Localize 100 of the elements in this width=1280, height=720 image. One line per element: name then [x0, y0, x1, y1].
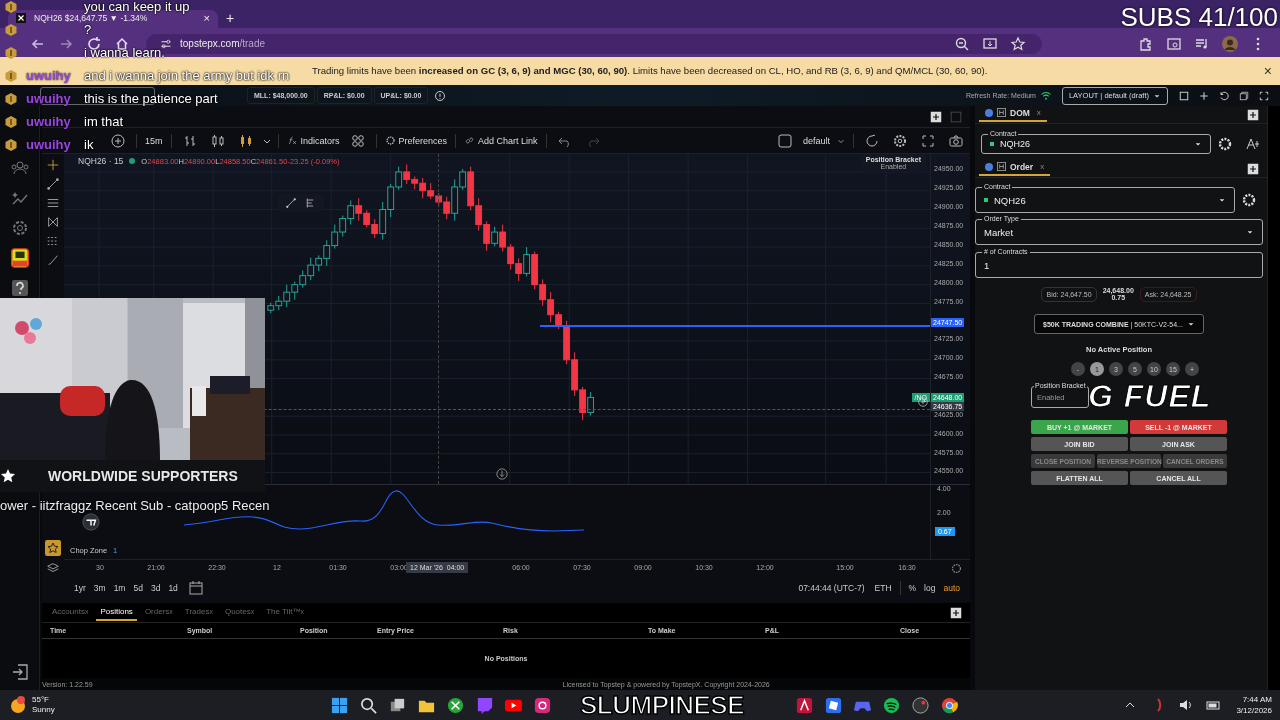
indicators-button[interactable]: Indicators: [282, 135, 344, 147]
notice-text: Trading limits have been increased on GC (3, 6, 9) and MGC (30, 60, 90). Limits have been decreased on CL, HO, and RB (3, 6, 9) and QM/MCL (30, 60, 90).: [312, 65, 988, 77]
settings-icon[interactable]: [892, 132, 908, 149]
info-icon[interactable]: [434, 89, 447, 102]
chat-username: uwuihy: [26, 114, 72, 129]
supporters-title: WORLDWIDE SUPPORTERS: [48, 468, 238, 484]
brush-icon[interactable]: [46, 253, 60, 268]
preferences-button[interactable]: Preferences: [380, 135, 452, 147]
settings-icon: [384, 135, 396, 147]
url-text: topstepx.com/trade: [180, 38, 266, 50]
weather-icon[interactable]: [8, 695, 28, 716]
panel-tab[interactable]: Order x: [979, 161, 1051, 176]
scale-button[interactable]: %: [904, 583, 921, 594]
undo-icon[interactable]: [1218, 89, 1230, 102]
chat-message: im that: [84, 114, 123, 129]
chat-bubble-icon[interactable]: [475, 695, 494, 715]
scale-button[interactable]: auto: [939, 583, 964, 594]
star-icon: [0, 468, 16, 484]
install-icon[interactable]: [982, 35, 998, 52]
profile-avatar-icon[interactable]: [1222, 35, 1238, 52]
add-symbol-icon[interactable]: [110, 132, 126, 149]
candles-icon[interactable]: [209, 132, 226, 149]
chat-badge-icon: [4, 114, 18, 129]
live-tv-icon[interactable]: [9, 248, 30, 269]
help-icon[interactable]: [9, 278, 30, 299]
panel-icon: [997, 162, 1006, 172]
music-icon[interactable]: [882, 695, 901, 715]
range-button[interactable]: 1m: [109, 583, 130, 594]
range-button[interactable]: 3m: [89, 583, 110, 594]
sponsor-logo-text: G FUEL: [1088, 380, 1212, 412]
trend-line-icon[interactable]: [46, 177, 60, 192]
chat-badge-icon: [4, 68, 18, 83]
app-icon[interactable]: [824, 695, 843, 715]
chat-username: uwuihy: [26, 68, 72, 83]
extensions-icon[interactable]: [1138, 35, 1154, 52]
checkbox-icon[interactable]: [776, 132, 793, 149]
market-open-dot: [129, 158, 136, 165]
x-logo-icon: [16, 12, 26, 23]
settings-icon[interactable]: [1217, 136, 1233, 153]
range-button[interactable]: 1yr: [70, 583, 90, 594]
panel-tab[interactable]: DOM x: [979, 107, 1047, 122]
signal-icon: [1039, 89, 1052, 102]
scale-button[interactable]: log: [920, 583, 940, 594]
add-icon[interactable]: [1198, 89, 1210, 102]
temperature-text: 55°F: [32, 695, 50, 706]
search-icon[interactable]: [359, 695, 378, 715]
session-button[interactable]: ETH: [870, 583, 896, 594]
start-icon[interactable]: [330, 695, 349, 715]
chat-badge-icon: [4, 137, 18, 152]
dot-icon: [985, 108, 993, 117]
chat-message: and i wanna join the army but idk rn: [84, 68, 290, 83]
chat-badge-icon: [4, 91, 18, 106]
settings-icon[interactable]: [1241, 192, 1257, 209]
chat-message: ik: [84, 137, 94, 152]
add-panel-icon[interactable]: [950, 606, 962, 619]
arrow-down-icon[interactable]: [496, 468, 508, 481]
taskbar-time: 7:44 AM: [1242, 694, 1272, 706]
grid-icon[interactable]: [349, 132, 366, 149]
bookmark-star-icon[interactable]: [1010, 35, 1026, 52]
range-button[interactable]: 1d: [164, 583, 182, 594]
camera-icon[interactable]: [948, 132, 964, 149]
chat-username: uwuihy: [26, 137, 72, 152]
chat-badge-icon: [4, 0, 18, 14]
panel-tab[interactable]: Positions: [96, 604, 137, 622]
chat-badge-icon: [4, 22, 18, 37]
chart-logo-icon: [82, 513, 100, 531]
trend-line-icon[interactable]: [285, 197, 297, 210]
close-button[interactable]: ×: [1263, 62, 1272, 79]
replay-icon[interactable]: [864, 132, 880, 149]
range-button[interactable]: 5d: [129, 583, 147, 594]
calendar-icon[interactable]: [187, 580, 204, 597]
clock-text: 07:44:44 (UTC-7): [798, 583, 865, 594]
chart-symbol: NQH26 · 15: [78, 156, 124, 167]
interval-button[interactable]: 15m: [141, 135, 167, 146]
favorite-star-icon[interactable]: [45, 540, 61, 557]
tab-search-icon[interactable]: [1166, 35, 1182, 52]
save-icon[interactable]: [1178, 89, 1190, 102]
panel-icon: [997, 108, 1006, 118]
add-chart-link-button[interactable]: Add Chart Link: [460, 135, 542, 147]
close-tab-button[interactable]: ×: [203, 12, 210, 23]
browser-icon[interactable]: [940, 695, 959, 715]
app-icon[interactable]: [795, 695, 814, 715]
add-panel-icon[interactable]: [1247, 162, 1259, 175]
function-icon: [286, 135, 298, 147]
channel-name-text: SLUMPINESE: [580, 692, 745, 719]
chat-username: uwuihy: [26, 91, 72, 106]
zoom-icon[interactable]: [954, 35, 970, 52]
template-select[interactable]: default: [798, 135, 849, 146]
chat-message: this is the patience part: [84, 91, 218, 106]
fullscreen-icon[interactable]: [920, 132, 936, 149]
add-panel-icon[interactable]: [930, 110, 942, 123]
taskbar-date: 3/12/2026: [1236, 705, 1272, 717]
fullscreen-icon[interactable]: [1258, 89, 1270, 102]
add-panel-icon[interactable]: [1247, 108, 1259, 121]
range-button[interactable]: 3d: [146, 583, 165, 594]
xbox-icon[interactable]: [446, 695, 465, 715]
camera-icon[interactable]: [533, 695, 552, 715]
new-tab-button[interactable]: +: [226, 10, 235, 25]
site-settings-icon: [160, 37, 172, 50]
windows-icon[interactable]: [1238, 89, 1250, 102]
